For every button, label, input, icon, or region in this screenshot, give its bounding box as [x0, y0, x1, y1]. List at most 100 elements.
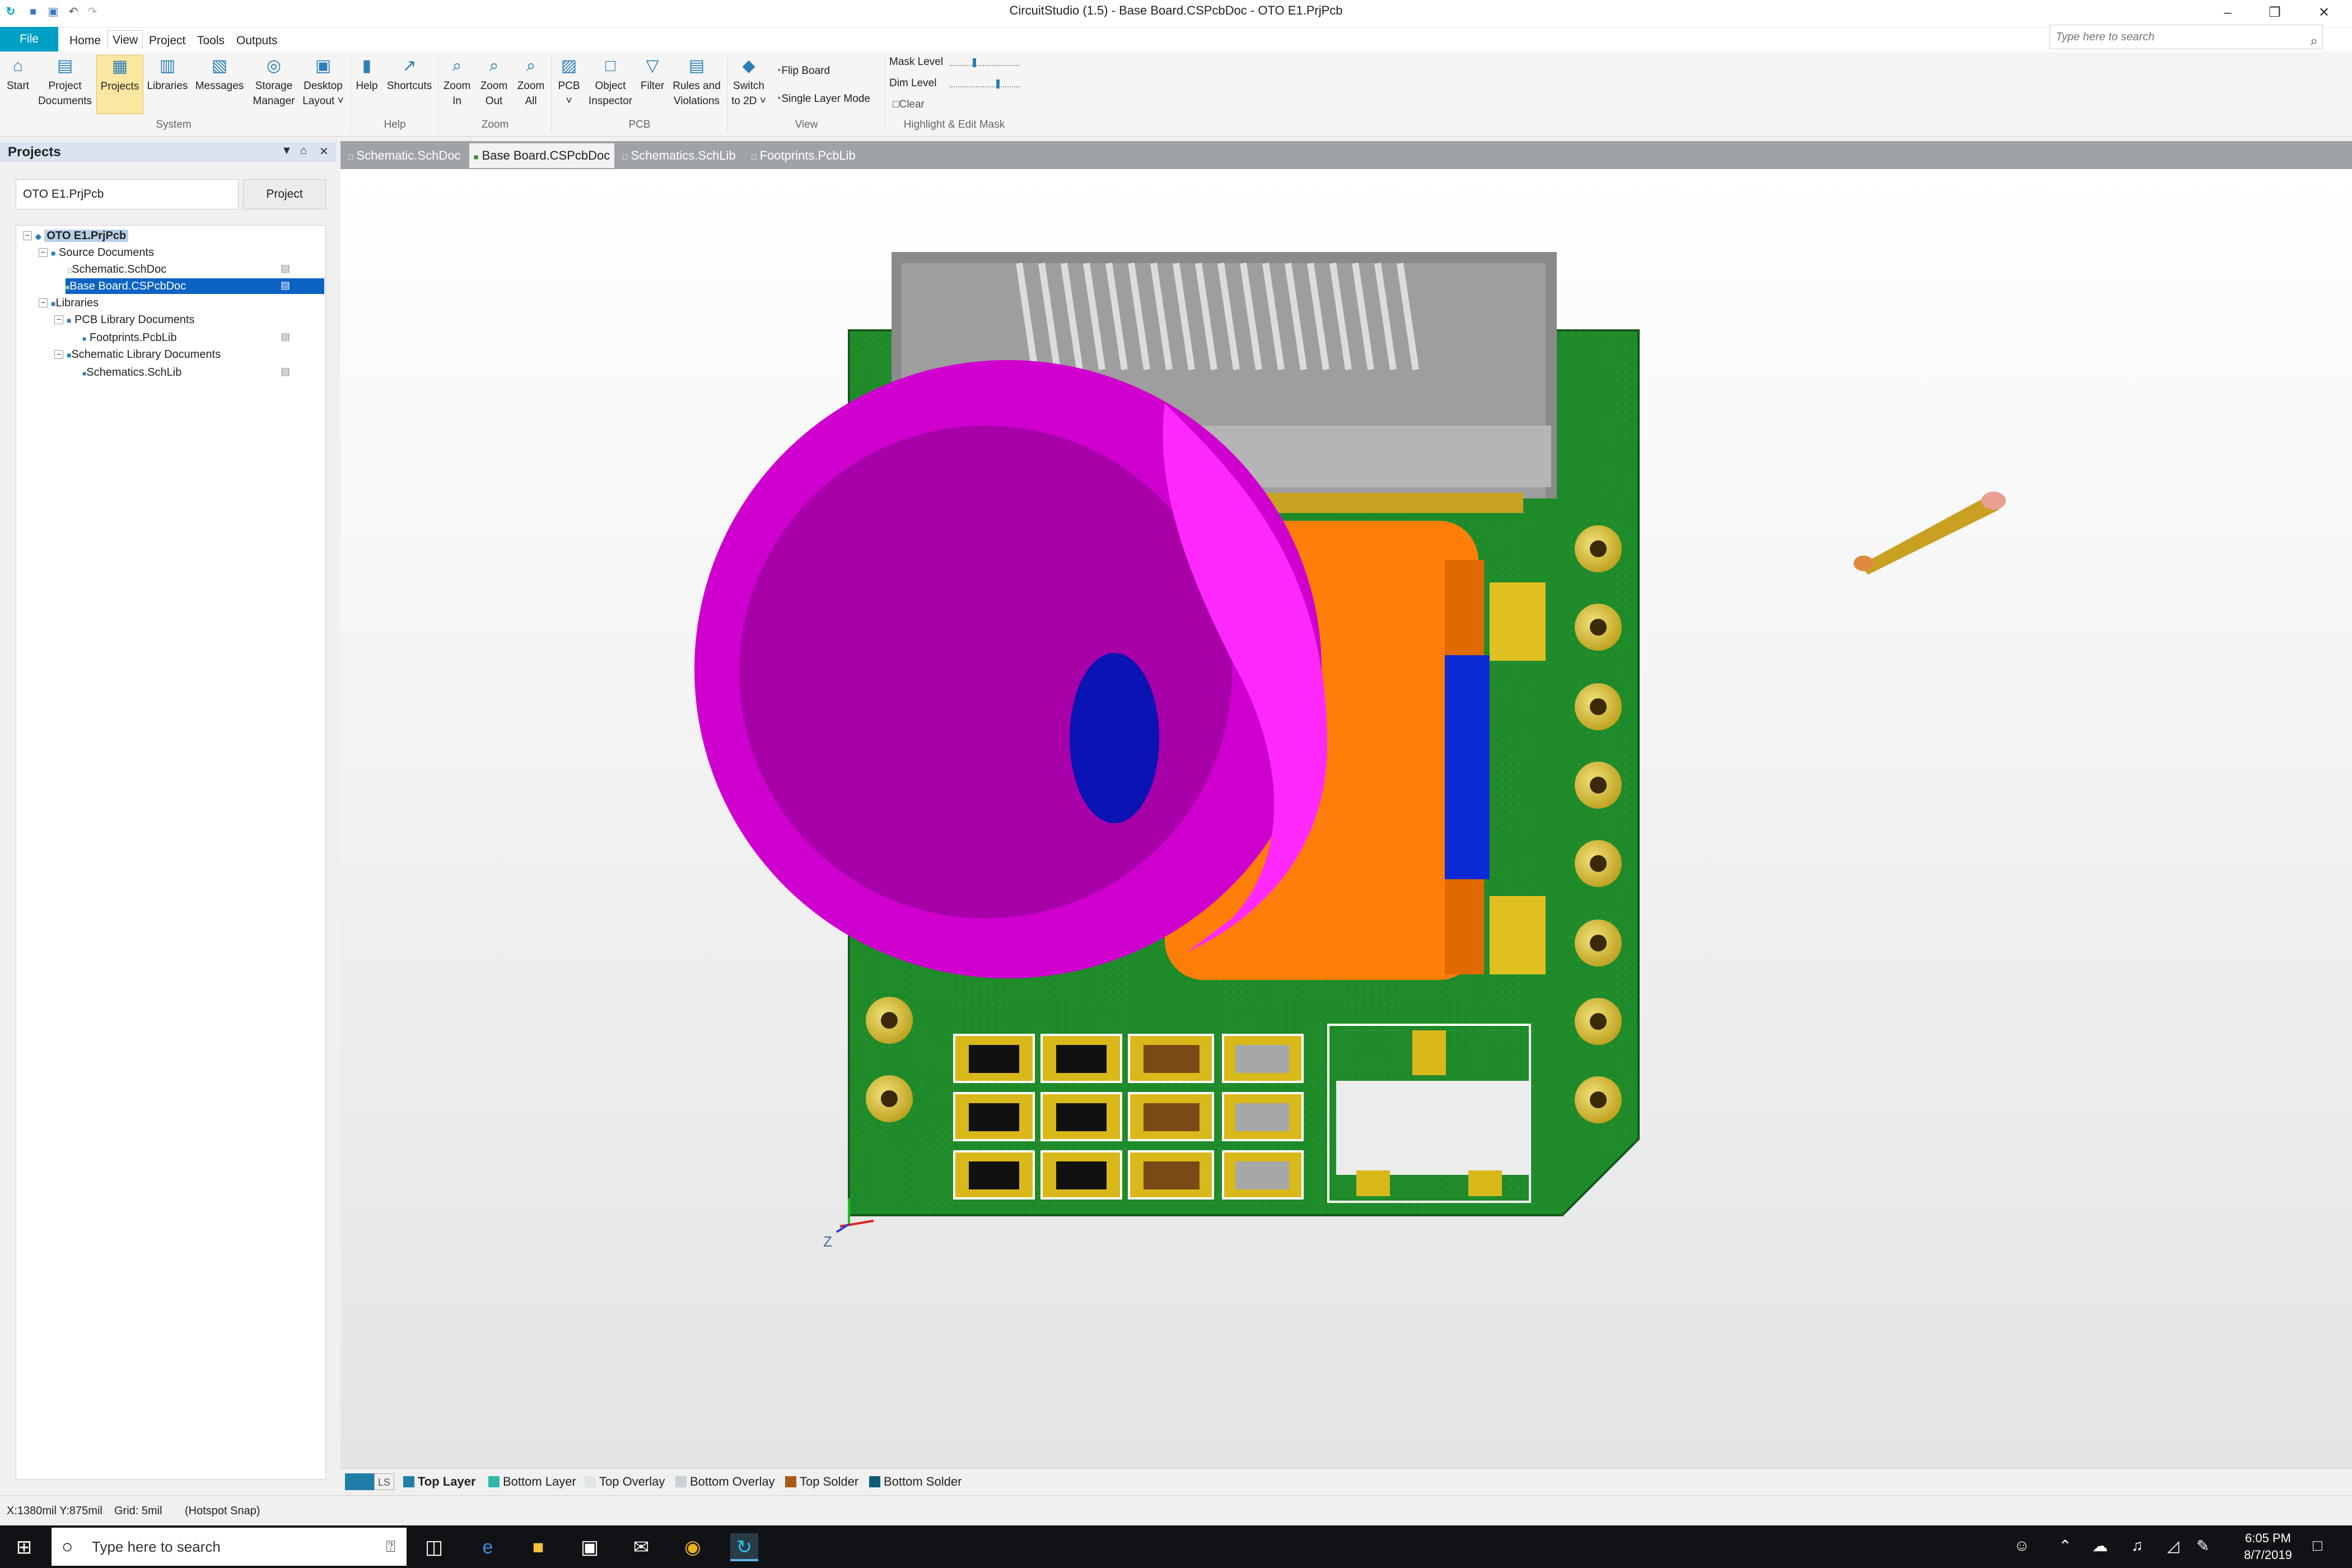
mask-level-thumb[interactable] [973, 58, 977, 67]
jst-pad-left [1356, 1170, 1390, 1196]
microphone-icon[interactable]: ⍰ [386, 1528, 395, 1566]
layer-tab-bottom-overlay[interactable]: Bottom Overlay [675, 1473, 775, 1490]
project-documents-icon: ▤ [57, 57, 73, 75]
volume-icon[interactable]: ♫ [2131, 1537, 2143, 1555]
document-status-icon: ▤ [281, 263, 291, 274]
layer-swatch [785, 1476, 796, 1487]
zoom-in-button[interactable]: ⌕ Zoom In [440, 55, 474, 109]
menu-home[interactable]: Home [65, 31, 105, 50]
collapse-icon[interactable]: − [23, 231, 32, 240]
libraries-button[interactable]: ▥ Libraries [147, 55, 188, 94]
collapse-icon[interactable]: − [54, 350, 63, 359]
rules-violations-button[interactable]: ▤ Rules and Violations [670, 55, 724, 109]
menu-project[interactable]: Project [144, 31, 190, 50]
network-icon[interactable]: ◿ [2167, 1537, 2180, 1555]
tree-item-libraries[interactable]: ■Libraries [51, 295, 99, 311]
mail-icon[interactable]: ✉ [627, 1533, 655, 1561]
tree-item-project[interactable]: ◆ OTO E1.PrjPcb [35, 228, 129, 244]
single-layer-mode-button[interactable]: ◔Single Layer Mode [775, 93, 870, 105]
flip-board-button[interactable]: ◔Flip Board [775, 65, 830, 77]
close-button[interactable]: ✕ [2300, 0, 2348, 26]
dim-level-slider[interactable] [950, 80, 1019, 91]
tree-item-schematic-library-documents[interactable]: ■Schematic Library Documents [67, 347, 221, 362]
zoom-out-button[interactable]: ⌕ Zoom Out [477, 55, 511, 109]
panel-menu-icon[interactable]: ▼ [281, 144, 292, 157]
file-explorer-icon[interactable]: ■ [524, 1533, 552, 1561]
storage-manager-label: Storage Manager [253, 80, 295, 107]
document-status-icon: ▤ [281, 331, 291, 342]
layer-swatch [869, 1476, 880, 1487]
tree-item-pcb-library-documents[interactable]: ■ PCB Library Documents [67, 312, 195, 328]
layer-set-button[interactable]: LS [374, 1473, 394, 1490]
tree-item-label: PCB Library Documents [74, 314, 195, 326]
floating-component-end [1854, 556, 1874, 571]
search-input[interactable]: Type here to search ⌕ [2050, 25, 2323, 49]
taskbar-search-box[interactable]: ○ Type here to search ⍰ [52, 1528, 407, 1566]
help-button[interactable]: ▮ Help [353, 55, 381, 94]
people-icon[interactable]: ☺ [2014, 1537, 2030, 1555]
messages-button[interactable]: ▧ Messages [193, 55, 246, 94]
search-icon[interactable]: ⌕ [2311, 30, 2318, 53]
dim-level-thumb[interactable] [996, 80, 1000, 88]
object-inspector-button[interactable]: □ Object Inspector [587, 55, 634, 109]
flip-board-icon: ◔ [775, 65, 782, 77]
tab-schematic-schdoc[interactable]: □ Schematic.SchDoc [344, 143, 465, 168]
task-view-icon[interactable]: ◫ [420, 1533, 448, 1561]
circuitstudio-taskbar-icon[interactable]: ↻ [730, 1533, 758, 1561]
menu-view[interactable]: View [108, 30, 143, 49]
libraries-icon: ▥ [159, 57, 176, 75]
minimize-button[interactable]: – [2204, 0, 2251, 26]
projects-button[interactable]: ▦ Projects [96, 55, 143, 114]
restore-button[interactable]: ❐ [2251, 0, 2298, 26]
layer-tab-top-solder[interactable]: Top Solder [785, 1473, 858, 1490]
shortcuts-button[interactable]: ↗ Shortcuts [384, 55, 435, 94]
chrome-icon[interactable]: ◉ [679, 1533, 707, 1561]
collapse-icon[interactable]: − [39, 248, 48, 257]
project-name-input[interactable]: OTO E1.PrjPcb [16, 179, 239, 209]
windows-start-icon[interactable]: ⊞ [10, 1533, 38, 1561]
status-bar: X:1380mil Y:875mil Grid: 5mil (Hotspot S… [0, 1495, 2352, 1525]
pen-workspace-icon[interactable]: ✎ [2196, 1537, 2209, 1555]
file-menu[interactable]: File [0, 27, 58, 52]
collapse-icon[interactable]: − [54, 315, 63, 324]
pin-icon[interactable]: ⌂ [300, 144, 307, 157]
clear-button[interactable]: □Clear [893, 99, 925, 111]
collapse-icon[interactable]: − [39, 298, 48, 307]
clock[interactable]: 6:05 PM 8/7/2019 [2234, 1530, 2302, 1564]
tab-base-board-cspcbdoc[interactable]: ■ Base Board.CSPcbDoc [469, 143, 615, 168]
project-tree: − ◆ OTO E1.PrjPcb − ■ Source Documents □… [16, 225, 326, 1480]
layer-tab-bottom-solder[interactable]: Bottom Solder [869, 1473, 962, 1490]
zoom-all-button[interactable]: ⌕ Zoom All [514, 55, 548, 109]
start-button[interactable]: ⌂ Start [2, 55, 34, 94]
layer-tab-top-layer[interactable]: Top Layer [403, 1473, 476, 1490]
pcb-button[interactable]: ▨ PCB ˅ [553, 55, 585, 109]
action-center-icon[interactable]: □ [2313, 1537, 2322, 1555]
project-button[interactable]: Project [243, 179, 326, 209]
single-layer-mode-label: Single Layer Mode [781, 93, 870, 105]
tab-schematics-schlib[interactable]: □ Schematics.SchLib [618, 143, 740, 168]
store-icon[interactable]: ▣ [576, 1533, 604, 1561]
tree-item-footprints-pcblib[interactable]: ■ Footprints.PcbLib [82, 330, 176, 346]
tree-item-source-documents[interactable]: ■ Source Documents [51, 245, 154, 260]
layer-color-swatch[interactable] [345, 1473, 374, 1490]
panel-close-icon[interactable]: ✕ [319, 144, 329, 158]
pcb-3d-view[interactable]: Z [340, 169, 2352, 1468]
tab-footprints-pcblib[interactable]: □ Footprints.PcbLib [747, 143, 860, 168]
switch-2d-button[interactable]: ◆ Switch to 2D ˅ [729, 55, 768, 109]
menu-outputs[interactable]: Outputs [232, 31, 282, 50]
show-hidden-icons-icon[interactable]: ⌃ [2059, 1537, 2071, 1555]
edge-browser-icon[interactable]: e [474, 1533, 502, 1561]
mask-level-slider[interactable] [950, 58, 1019, 69]
desktop-layout-button[interactable]: ▣ Desktop Layout ˅ [300, 55, 346, 109]
onedrive-icon[interactable]: ☁ [2092, 1537, 2108, 1555]
filter-button[interactable]: ▽ Filter [636, 55, 669, 94]
tree-item-schematics-schlib[interactable]: ■Schematics.SchLib [82, 365, 181, 380]
layer-tab-bottom-layer[interactable]: Bottom Layer [488, 1473, 576, 1490]
layer-tab-top-overlay[interactable]: Top Overlay [585, 1473, 665, 1490]
menu-tools[interactable]: Tools [193, 31, 229, 50]
tree-item-label: Footprints.PcbLib [89, 332, 177, 344]
tree-item-schematic-schdoc[interactable]: □Schematic.SchDoc [68, 262, 166, 277]
layer-label: Top Solder [800, 1474, 859, 1488]
storage-manager-button[interactable]: ◎ Storage Manager [250, 55, 298, 109]
project-documents-button[interactable]: ▤ Project Documents [37, 55, 93, 109]
